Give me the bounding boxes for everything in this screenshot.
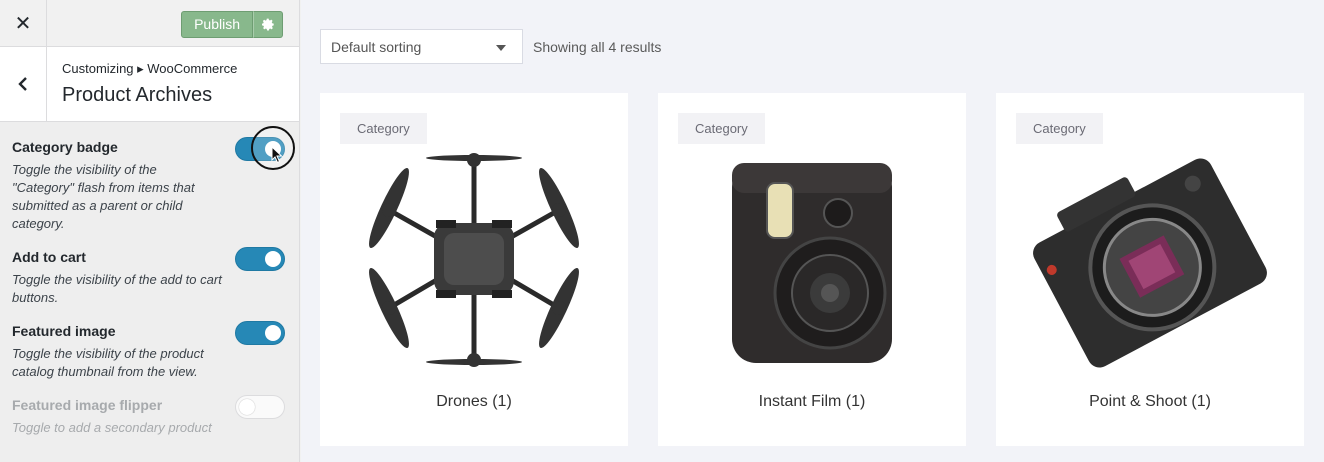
category-badge: Category	[678, 113, 765, 144]
instant-camera-image[interactable]	[658, 143, 966, 383]
control-description: Toggle the visibility of the add to cart…	[12, 272, 222, 305]
control-featured-image: Featured image Toggle the visibility of …	[12, 307, 287, 381]
drone-image[interactable]	[320, 143, 628, 383]
publish-group: Publish	[181, 11, 283, 38]
control-featured-image-flipper: Featured image flipper Toggle to add a s…	[12, 381, 287, 437]
section-title: Product Archives	[62, 84, 213, 106]
chevron-left-icon	[18, 77, 27, 91]
control-description: Toggle the visibility of the product cat…	[12, 346, 204, 379]
breadcrumb: Customizing ▸ WooCommerce	[62, 61, 238, 76]
back-button[interactable]	[0, 47, 47, 121]
category-title[interactable]: Drones (1)	[320, 393, 628, 411]
product-category-card[interactable]: Category Drones (1)	[320, 93, 628, 446]
add-to-cart-toggle[interactable]	[235, 247, 285, 271]
mirrorless-camera-image[interactable]	[996, 143, 1304, 383]
section-header: Customizing ▸ WooCommerce Product Archiv…	[0, 47, 299, 122]
controls-list: Category badge Toggle the visibility of …	[0, 122, 299, 437]
sorting-value: Default sorting	[331, 38, 422, 55]
publish-button[interactable]: Publish	[181, 11, 253, 38]
control-category-badge: Category badge Toggle the visibility of …	[12, 122, 287, 233]
site-preview: Default sorting Showing all 4 results Ca…	[301, 0, 1324, 462]
customizer-header: ✕ Publish	[0, 0, 299, 47]
product-category-card[interactable]: Category Instant Film (1)	[658, 93, 966, 446]
toggle-knob	[265, 325, 281, 341]
toggle-knob	[239, 399, 255, 415]
category-badge: Category	[1016, 113, 1103, 144]
close-icon[interactable]: ✕	[0, 0, 47, 47]
featured-image-flipper-toggle[interactable]	[235, 395, 285, 419]
category-badge: Category	[340, 113, 427, 144]
sorting-select[interactable]: Default sorting	[320, 29, 523, 64]
chevron-down-icon	[496, 45, 506, 51]
pointer-cursor-icon	[271, 146, 283, 164]
result-count: Showing all 4 results	[533, 39, 662, 55]
featured-image-toggle[interactable]	[235, 321, 285, 345]
control-description: Toggle to add a secondary product	[12, 420, 212, 435]
control-description: Toggle the visibility of the "Category" …	[12, 162, 195, 231]
toggle-knob	[265, 251, 281, 267]
customizer-sidebar: ✕ Publish Customizing ▸ WooCommerce Prod…	[0, 0, 300, 462]
product-category-card[interactable]: Category Point & Shoot (1)	[996, 93, 1304, 446]
gear-icon[interactable]	[253, 11, 283, 38]
category-title[interactable]: Instant Film (1)	[658, 393, 966, 411]
control-add-to-cart: Add to cart Toggle the visibility of the…	[12, 233, 287, 307]
category-title[interactable]: Point & Shoot (1)	[996, 393, 1304, 411]
